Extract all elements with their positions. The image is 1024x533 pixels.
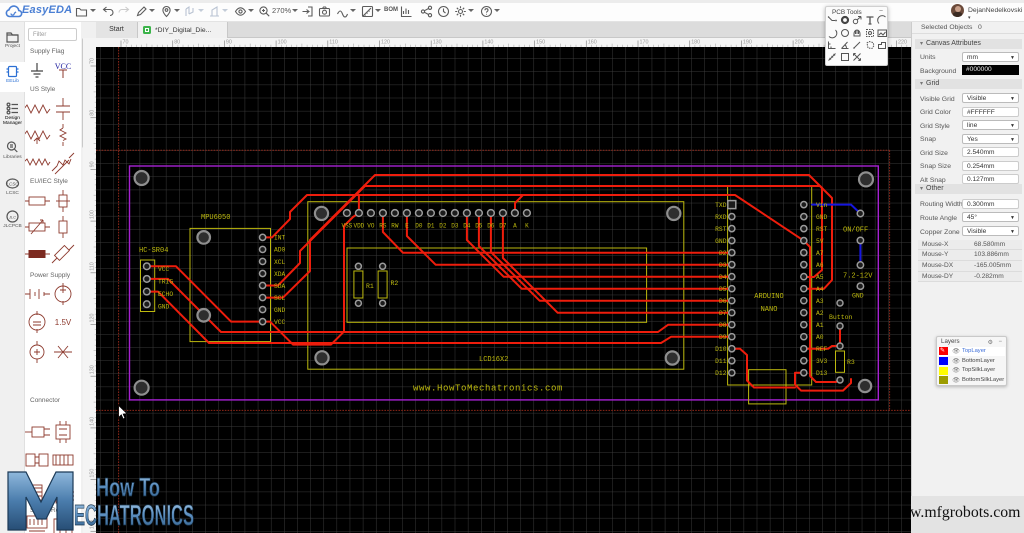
svg-text:180: 180 xyxy=(691,40,700,46)
svg-text:A3: A3 xyxy=(816,298,824,305)
svg-text:LCD16X2: LCD16X2 xyxy=(479,356,508,364)
svg-text:D4: D4 xyxy=(719,274,727,281)
svg-text:R3: R3 xyxy=(847,359,855,366)
svg-text:D8: D8 xyxy=(719,322,727,329)
svg-text:VCC: VCC xyxy=(158,266,170,273)
svg-text:100: 100 xyxy=(89,210,95,219)
svg-text:VO: VO xyxy=(367,223,375,230)
svg-text:A6: A6 xyxy=(816,262,824,269)
svg-text:D0: D0 xyxy=(415,223,423,230)
svg-text:NANO: NANO xyxy=(761,306,778,314)
svg-text:GND: GND xyxy=(158,304,170,311)
svg-text:D10: D10 xyxy=(715,346,727,353)
svg-text:A7: A7 xyxy=(816,250,824,257)
svg-text:110: 110 xyxy=(89,262,95,271)
svg-text:150: 150 xyxy=(536,40,545,46)
svg-text:130: 130 xyxy=(433,40,442,46)
svg-text:SDA: SDA xyxy=(274,283,286,290)
svg-text:3V3: 3V3 xyxy=(816,358,828,365)
svg-text:MPU6050: MPU6050 xyxy=(201,214,230,222)
svg-text:D4: D4 xyxy=(463,223,471,230)
svg-text:A: A xyxy=(513,223,517,230)
svg-text:VSS: VSS xyxy=(341,223,352,230)
svg-text:D5: D5 xyxy=(475,223,483,230)
svg-text:REF: REF xyxy=(816,346,828,353)
svg-text:80: 80 xyxy=(174,40,180,46)
svg-text:D7: D7 xyxy=(719,310,727,317)
svg-text:TXD: TXD xyxy=(715,202,727,209)
svg-text:ECHATRONICS: ECHATRONICS xyxy=(74,500,194,532)
svg-text:120: 120 xyxy=(381,40,390,46)
svg-text:JLC: JLC xyxy=(8,215,16,220)
svg-text:RW: RW xyxy=(391,223,399,230)
svg-text:90: 90 xyxy=(226,40,232,46)
svg-text:D13: D13 xyxy=(816,370,828,377)
svg-text:7.2-12V: 7.2-12V xyxy=(843,273,873,281)
svg-text:AD0: AD0 xyxy=(274,247,286,254)
svg-text:HC-SR04: HC-SR04 xyxy=(139,247,168,255)
svg-text:R2: R2 xyxy=(391,280,399,287)
svg-text:Vin: Vin xyxy=(816,202,828,209)
svg-text:K: K xyxy=(525,223,529,230)
svg-text:1.5V: 1.5V xyxy=(55,318,72,327)
svg-text:SCL: SCL xyxy=(274,295,286,302)
svg-text:VDD: VDD xyxy=(353,223,364,230)
svg-text:D7: D7 xyxy=(499,223,507,230)
svg-text:D1: D1 xyxy=(427,223,435,230)
svg-text:XCL: XCL xyxy=(274,259,286,266)
svg-text:5V: 5V xyxy=(816,238,824,245)
svg-text:A5: A5 xyxy=(816,274,824,281)
svg-text:220: 220 xyxy=(898,40,907,46)
svg-text:GND: GND xyxy=(852,293,864,300)
svg-text:160: 160 xyxy=(588,40,597,46)
svg-text:GND: GND xyxy=(816,214,828,221)
svg-text:190: 190 xyxy=(743,40,752,46)
svg-text:120: 120 xyxy=(89,314,95,323)
svg-text:70: 70 xyxy=(89,58,95,64)
svg-text:XDA: XDA xyxy=(274,271,286,278)
svg-text:R1: R1 xyxy=(366,283,374,290)
svg-text:RS: RS xyxy=(379,223,387,230)
svg-text:ARDUINO: ARDUINO xyxy=(754,293,783,301)
svg-text:A1: A1 xyxy=(816,322,824,329)
svg-text:D6: D6 xyxy=(487,223,495,230)
svg-text:80: 80 xyxy=(89,110,95,116)
svg-text:Button: Button xyxy=(829,314,853,321)
svg-text:90: 90 xyxy=(89,161,95,167)
svg-text:RST: RST xyxy=(715,226,727,233)
svg-text:ON/OFF: ON/OFF xyxy=(843,227,868,235)
svg-text:A2: A2 xyxy=(816,310,824,317)
svg-text:140: 140 xyxy=(484,40,493,46)
svg-text:LCSC: LCSC xyxy=(6,182,19,187)
svg-text:100: 100 xyxy=(278,40,287,46)
svg-text:RST: RST xyxy=(816,226,828,233)
svg-text:D9: D9 xyxy=(719,334,727,341)
svg-text:A4: A4 xyxy=(816,286,824,293)
svg-text:130: 130 xyxy=(89,365,95,374)
svg-text:D2: D2 xyxy=(719,250,727,257)
svg-text:140: 140 xyxy=(89,417,95,426)
svg-text:GND: GND xyxy=(274,307,286,314)
svg-text:D2: D2 xyxy=(439,223,447,230)
svg-text:200: 200 xyxy=(795,40,804,46)
svg-text:110: 110 xyxy=(329,40,338,46)
svg-text:D12: D12 xyxy=(715,370,727,377)
svg-text:VCC: VCC xyxy=(274,319,286,326)
svg-text:70: 70 xyxy=(123,40,129,46)
svg-text:www.HowToMechatronics.com: www.HowToMechatronics.com xyxy=(413,384,563,394)
svg-text:D3: D3 xyxy=(451,223,459,230)
svg-text:E: E xyxy=(405,223,409,230)
svg-text:TRIG: TRIG xyxy=(158,278,173,285)
svg-text:D11: D11 xyxy=(715,358,727,365)
svg-text:How To: How To xyxy=(96,472,160,502)
svg-text:170: 170 xyxy=(640,40,649,46)
svg-text:ECHO: ECHO xyxy=(158,291,173,298)
svg-text:D3: D3 xyxy=(719,262,727,269)
svg-text:INT: INT xyxy=(274,235,286,242)
svg-text:GND: GND xyxy=(715,238,727,245)
svg-text:D5: D5 xyxy=(719,286,727,293)
svg-text:RXD: RXD xyxy=(715,214,727,221)
svg-text:A0: A0 xyxy=(816,334,824,341)
svg-text:D6: D6 xyxy=(719,298,727,305)
